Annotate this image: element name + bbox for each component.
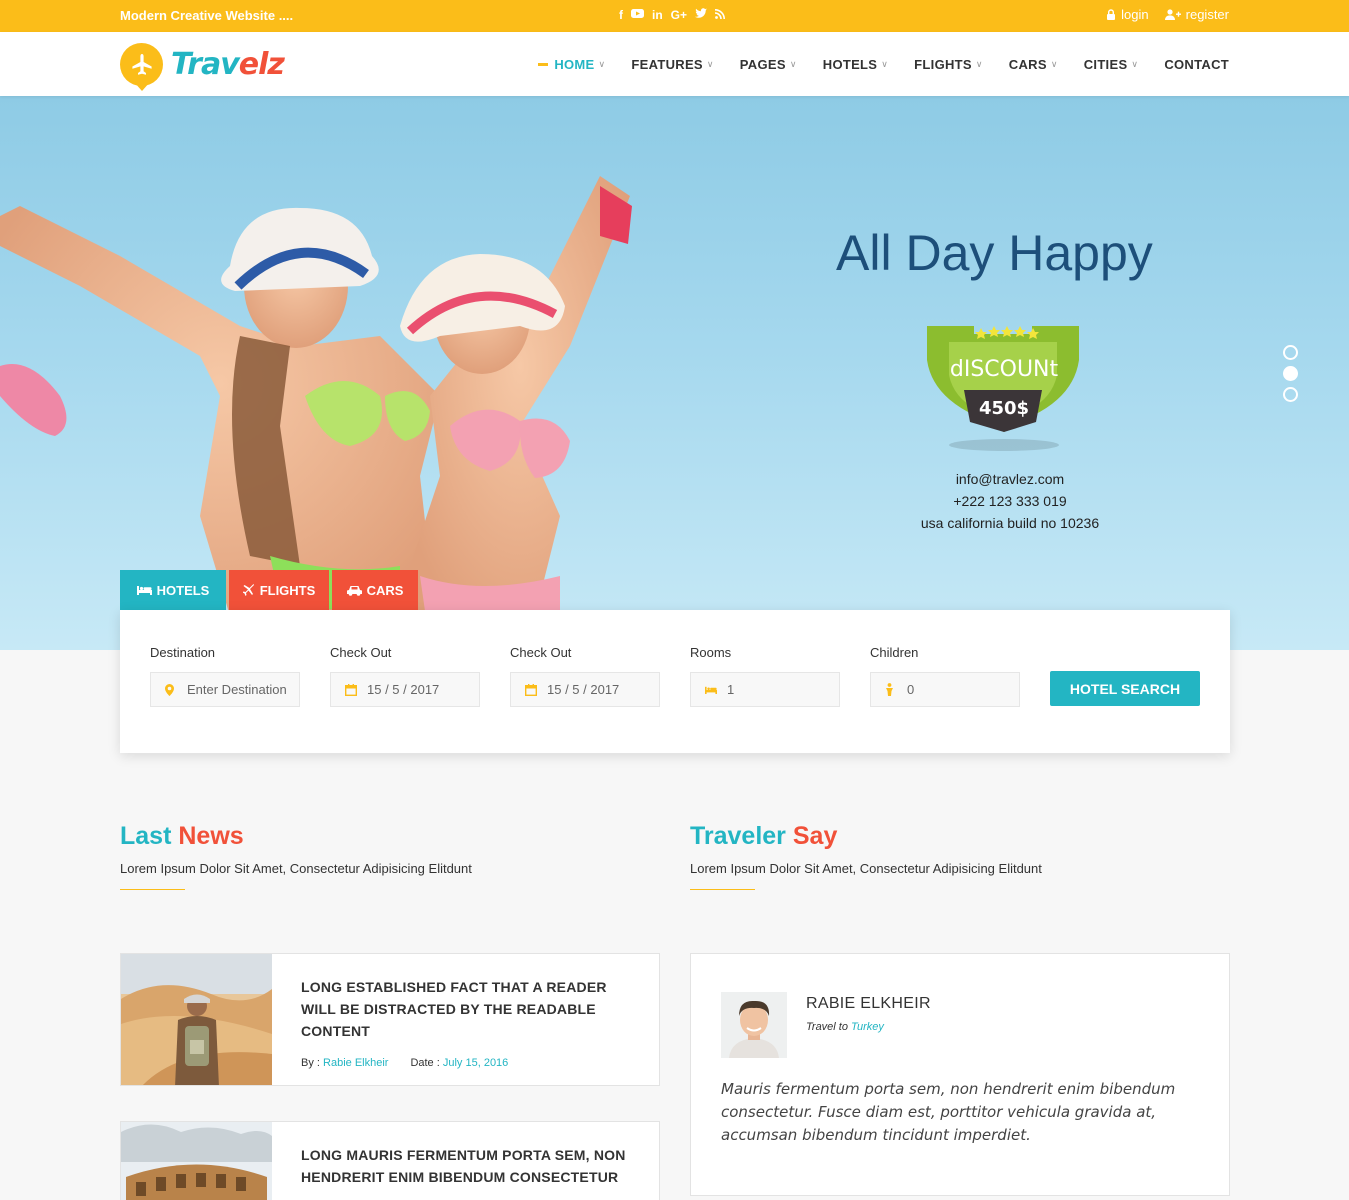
plane-icon — [242, 584, 254, 596]
rooms-field: Rooms 1 — [690, 645, 840, 707]
rss-icon[interactable] — [714, 7, 726, 23]
news-body: LONG MAURIS FERMENTUM PORTA SEM, NON HEN… — [301, 1144, 636, 1188]
avatar — [721, 992, 787, 1058]
slider-dot-active[interactable] — [1283, 366, 1298, 381]
children-input[interactable]: 0 — [870, 672, 1020, 707]
nav-contact[interactable]: CONTACT — [1164, 57, 1229, 72]
hotel-search-form: Destination Enter Destination Check Out … — [120, 610, 1230, 753]
news-title[interactable]: LONG ESTABLISHED FACT THAT A READER WILL… — [301, 976, 636, 1042]
nav-pages[interactable]: PAGES ∨ — [740, 57, 797, 72]
news-author: By : Rabie Elkheir — [301, 1057, 389, 1069]
nav-cars[interactable]: CARS ∨ — [1009, 57, 1058, 72]
tagline: Modern Creative Website .... — [120, 8, 294, 23]
hero-phone[interactable]: +222 123 333 019 — [880, 490, 1140, 512]
hero-slider: All Day Happy dISCOUNt 450$ info@travlez… — [0, 96, 1349, 650]
login-link[interactable]: login — [1106, 7, 1149, 22]
plane-logo-icon — [120, 43, 163, 91]
news-thumbnail[interactable] — [121, 954, 272, 1085]
search-tabs: HOTELS FLIGHTS CARS — [120, 570, 418, 610]
chevron-down-icon: ∨ — [1131, 58, 1139, 69]
news-section-header: Last News Lorem Ipsum Dolor Sit Amet, Co… — [120, 822, 472, 890]
checkout-input[interactable]: 15 / 5 / 2017 — [510, 672, 660, 707]
testimonials-section-subtitle: Lorem Ipsum Dolor Sit Amet, Consectetur … — [690, 861, 1042, 876]
chevron-down-icon: ∨ — [881, 58, 889, 69]
twitter-icon[interactable] — [695, 7, 708, 23]
bed-icon — [705, 685, 717, 695]
chevron-down-icon: ∨ — [1050, 58, 1058, 69]
calendar-icon — [345, 683, 357, 696]
nav-flights[interactable]: FLIGHTS ∨ — [914, 57, 983, 72]
checkin-field: Check Out 15 / 5 / 2017 — [330, 645, 480, 707]
active-marker — [538, 62, 549, 66]
hero-address: usa california build no 10236 — [920, 515, 1100, 531]
tab-flights[interactable]: FLIGHTS — [229, 570, 329, 610]
news-section-subtitle: Lorem Ipsum Dolor Sit Amet, Consectetur … — [120, 861, 472, 876]
children-field: Children 0 — [870, 645, 1020, 707]
testimonials-section-header: Traveler Say Lorem Ipsum Dolor Sit Amet,… — [690, 822, 1042, 890]
rooms-input[interactable]: 1 — [690, 672, 840, 707]
bed-icon — [136, 586, 152, 595]
hero-email[interactable]: info@travlez.com — [880, 468, 1140, 490]
car-icon — [346, 585, 362, 596]
tab-hotels[interactable]: HOTELS — [120, 570, 226, 610]
chevron-down-icon: ∨ — [598, 58, 606, 69]
top-bar: Modern Creative Website .... f in G+ log… — [0, 0, 1349, 32]
social-links: f in G+ — [619, 7, 726, 23]
badge-price: 450$ — [979, 398, 1029, 419]
destination-field: Destination Enter Destination — [150, 645, 300, 707]
chevron-down-icon: ∨ — [789, 58, 797, 69]
main-header: Travelz HOME ∨ FEATURES ∨ PAGES ∨ HOTELS ∨ F… — [0, 32, 1349, 96]
nav-cities[interactable]: CITIES ∨ — [1084, 57, 1139, 72]
nav-features[interactable]: FEATURES ∨ — [631, 57, 713, 72]
nav-hotels[interactable]: HOTELS ∨ — [823, 57, 888, 72]
hero-title: All Day Happy — [836, 225, 1153, 281]
child-icon — [885, 683, 897, 696]
checkout-field: Check Out 15 / 5 / 2017 — [510, 645, 660, 707]
calendar-icon — [525, 683, 537, 696]
add-user-icon — [1164, 9, 1181, 20]
news-thumbnail[interactable] — [121, 1122, 272, 1200]
google-plus-icon[interactable]: G+ — [671, 7, 687, 23]
testimonial-quote: Mauris fermentum porta sem, non hendreri… — [721, 1080, 1176, 1144]
slider-dots — [1283, 345, 1298, 402]
hero-photo — [0, 176, 632, 650]
slider-dot[interactable] — [1283, 387, 1298, 402]
news-item[interactable]: LONG ESTABLISHED FACT THAT A READER WILL… — [120, 953, 660, 1086]
auth-links: login register — [1106, 7, 1229, 22]
hero-contact: info@travlez.com +222 123 333 019 usa ca… — [880, 468, 1140, 534]
section-divider — [120, 889, 185, 890]
linkedin-icon[interactable]: in — [652, 7, 663, 23]
destination-input[interactable]: Enter Destination — [150, 672, 300, 707]
checkin-input[interactable]: 15 / 5 / 2017 — [330, 672, 480, 707]
badge-label: dISCOUNt — [950, 357, 1059, 382]
facebook-icon[interactable]: f — [619, 7, 623, 23]
lock-icon — [1107, 9, 1116, 20]
slider-dot[interactable] — [1283, 345, 1298, 360]
tab-cars[interactable]: CARS — [332, 570, 418, 610]
news-section-title: Last News — [120, 822, 244, 850]
news-meta: By : Rabie Elkheir Date : July 15, 2016 — [301, 1057, 636, 1069]
news-title[interactable]: LONG MAURIS FERMENTUM PORTA SEM, NON HEN… — [301, 1144, 636, 1188]
register-link[interactable]: register — [1164, 7, 1229, 22]
testimonial-name: RABIE ELKHEIR — [806, 995, 931, 1012]
chevron-down-icon: ∨ — [706, 58, 714, 69]
youtube-icon[interactable] — [631, 7, 644, 23]
news-item[interactable]: LONG MAURIS FERMENTUM PORTA SEM, NON HEN… — [120, 1121, 660, 1200]
hotel-search-button[interactable]: HOTEL SEARCH — [1050, 671, 1200, 706]
section-divider — [690, 889, 755, 890]
discount-badge: dISCOUNt 450$ — [927, 326, 1079, 451]
news-date: Date : July 15, 2016 — [410, 1057, 509, 1069]
logo[interactable]: Travelz — [120, 43, 285, 91]
nav-home[interactable]: HOME ∨ — [538, 57, 605, 72]
testimonial-travel: Travel to Turkey — [806, 1021, 884, 1033]
news-body: LONG ESTABLISHED FACT THAT A READER WILL… — [301, 976, 636, 1069]
map-pin-icon — [165, 683, 177, 696]
logo-text: Travelz — [171, 47, 285, 82]
testimonials-section-title: Traveler Say — [690, 822, 838, 850]
testimonial-card: RABIE ELKHEIR Travel to Turkey Mauris fe… — [690, 953, 1230, 1196]
main-nav: HOME ∨ FEATURES ∨ PAGES ∨ HOTELS ∨ FLIGHTS ∨ … — [512, 32, 1229, 96]
chevron-down-icon: ∨ — [975, 58, 983, 69]
